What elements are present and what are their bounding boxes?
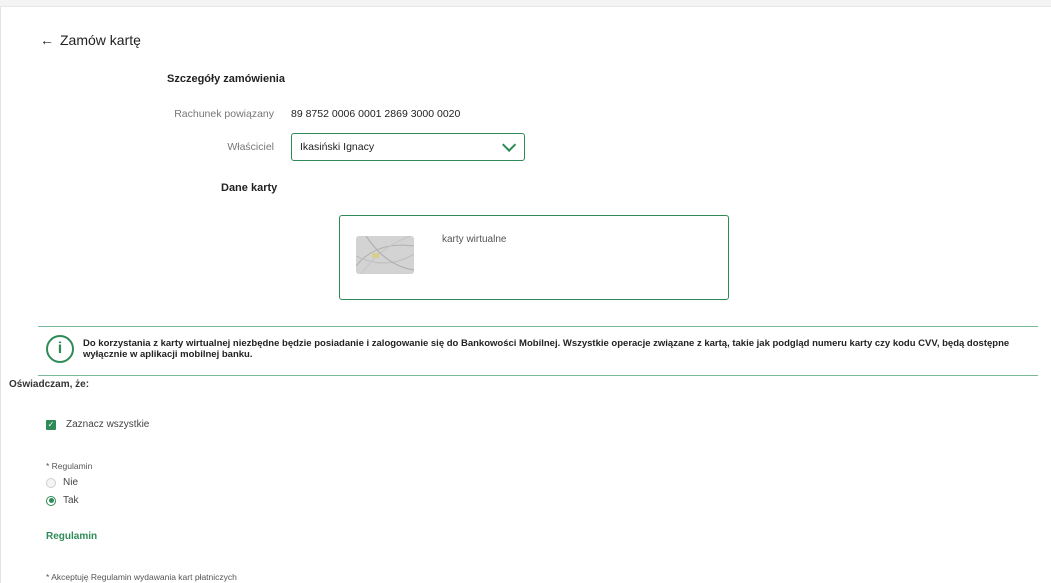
info-icon: i (46, 335, 74, 363)
select-all-checkbox[interactable]: ✓ Zaznacz wszystkie (46, 419, 149, 430)
card-data-heading: Dane karty (221, 182, 278, 194)
account-value: 89 8752 0006 0001 2869 3000 0020 (291, 108, 461, 120)
declarations-title: Oświadczam, że: (9, 379, 90, 390)
card-image (356, 236, 414, 274)
virtual-card-info-banner: i Do korzystania z karty wirtualnej niez… (38, 326, 1038, 376)
checkbox-checked-icon: ✓ (46, 419, 56, 430)
card-type-name: karty wirtualne (442, 234, 507, 245)
radio-option-no[interactable]: Nie (46, 477, 78, 488)
radio-checked-icon (46, 495, 56, 506)
card-type-tile[interactable]: karty wirtualne (339, 215, 729, 300)
account-label: Rachunek powiązany (174, 108, 274, 120)
owner-label: Właściciel (227, 141, 274, 153)
accept-terms-label: * Akceptuję Regulamin wydawania kart pła… (46, 572, 237, 582)
left-divider (0, 6, 1, 583)
select-all-label: Zaznacz wszystkie (66, 419, 150, 430)
chevron-down-icon (502, 137, 517, 152)
radio-unchecked-icon (46, 477, 56, 488)
radio-no-label: Nie (63, 477, 79, 488)
back-button[interactable]: ← Zamów kartę (40, 32, 141, 48)
regulamin-question-label: * Regulamin (46, 461, 93, 471)
owner-select-value: Ikasiński Ignacy (300, 141, 375, 153)
info-text: Do korzystania z karty wirtualnej niezbę… (83, 338, 1010, 360)
order-card-form: ← Zamów kartę Szczegóły zamówienia Rachu… (8, 6, 1051, 583)
radio-option-yes[interactable]: Tak (46, 495, 79, 506)
radio-yes-label: Tak (63, 495, 79, 506)
owner-select[interactable]: Ikasiński Ignacy (291, 133, 525, 161)
page-title: Zamów kartę (60, 32, 141, 48)
regulamin-link[interactable]: Regulamin (46, 531, 97, 542)
arrow-left-icon: ← (40, 32, 54, 48)
order-details-heading: Szczegóły zamówienia (167, 73, 285, 85)
